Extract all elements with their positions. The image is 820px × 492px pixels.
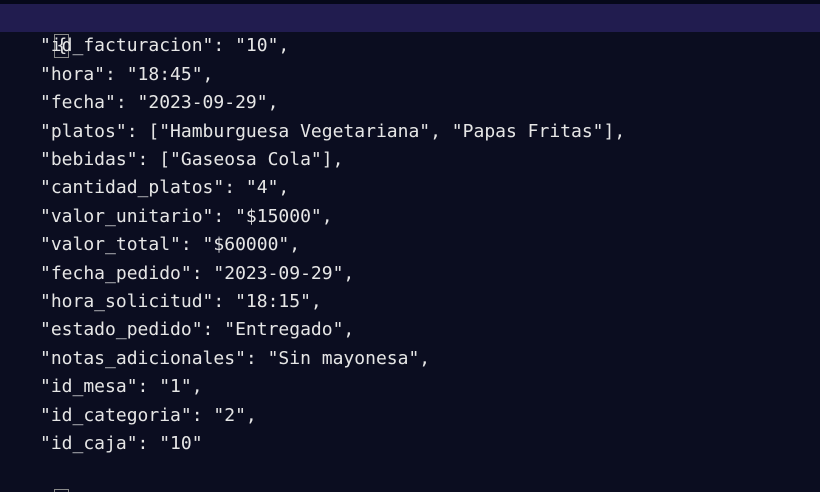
code-line-open-brace[interactable]: { [0,4,820,59]
code-line-close-brace[interactable]: } [0,458,820,492]
code-line[interactable]: "fecha_pedido": "2023-09-29", [0,260,820,288]
json-entry: "id_mesa": "1", [40,376,203,398]
code-line[interactable]: "fecha": "2023-09-29", [0,89,820,117]
code-line[interactable]: "valor_total": "$60000", [0,231,820,259]
json-entry: "notas_adicionales": "Sin mayonesa", [40,347,431,369]
json-entry: "id_facturacion": "10", [40,35,290,57]
json-entry: "estado_pedido": "Entregado", [40,319,355,341]
json-entry: "bebidas": ["Gaseosa Cola"], [40,149,344,170]
code-line[interactable]: "notas_adicionales": "Sin mayonesa", [0,345,820,373]
json-entry: "id_categoria": "2", [40,404,257,426]
code-line[interactable]: "id_caja": "10" [0,430,820,458]
json-editor[interactable]: { "id_facturacion": "10", "hora": "18:45… [0,0,820,492]
code-line[interactable]: "id_facturacion": "10", [0,32,820,60]
code-line[interactable]: "valor_unitario": "$15000", [0,203,820,231]
json-entry: "hora_solicitud": "18:15", [40,291,322,312]
json-entry: "hora": "18:45", [40,63,214,85]
code-line[interactable]: "bebidas": ["Gaseosa Cola"], [0,146,820,174]
json-entry: "cantidad_platos": "4", [40,177,290,199]
json-entry: "fecha": "2023-09-29", [40,92,279,114]
json-entry: "fecha_pedido": "2023-09-29", [40,262,355,284]
json-entry: "platos": ["Hamburguesa Vegetariana", "P… [40,120,626,142]
code-line[interactable]: "id_categoria": "2", [0,402,820,430]
json-entry: "valor_unitario": "$15000", [40,205,333,227]
json-entry: "valor_total": "$60000", [40,234,301,256]
code-line[interactable]: "hora_solicitud": "18:15", [0,288,820,316]
code-line[interactable]: "id_mesa": "1", [0,373,820,401]
code-line[interactable]: "cantidad_platos": "4", [0,174,820,202]
code-line[interactable]: "platos": ["Hamburguesa Vegetariana", "P… [0,118,820,146]
code-line[interactable]: "hora": "18:45", [0,61,820,89]
code-line[interactable]: "estado_pedido": "Entregado", [0,316,820,344]
json-entry: "id_caja": "10" [40,433,203,454]
